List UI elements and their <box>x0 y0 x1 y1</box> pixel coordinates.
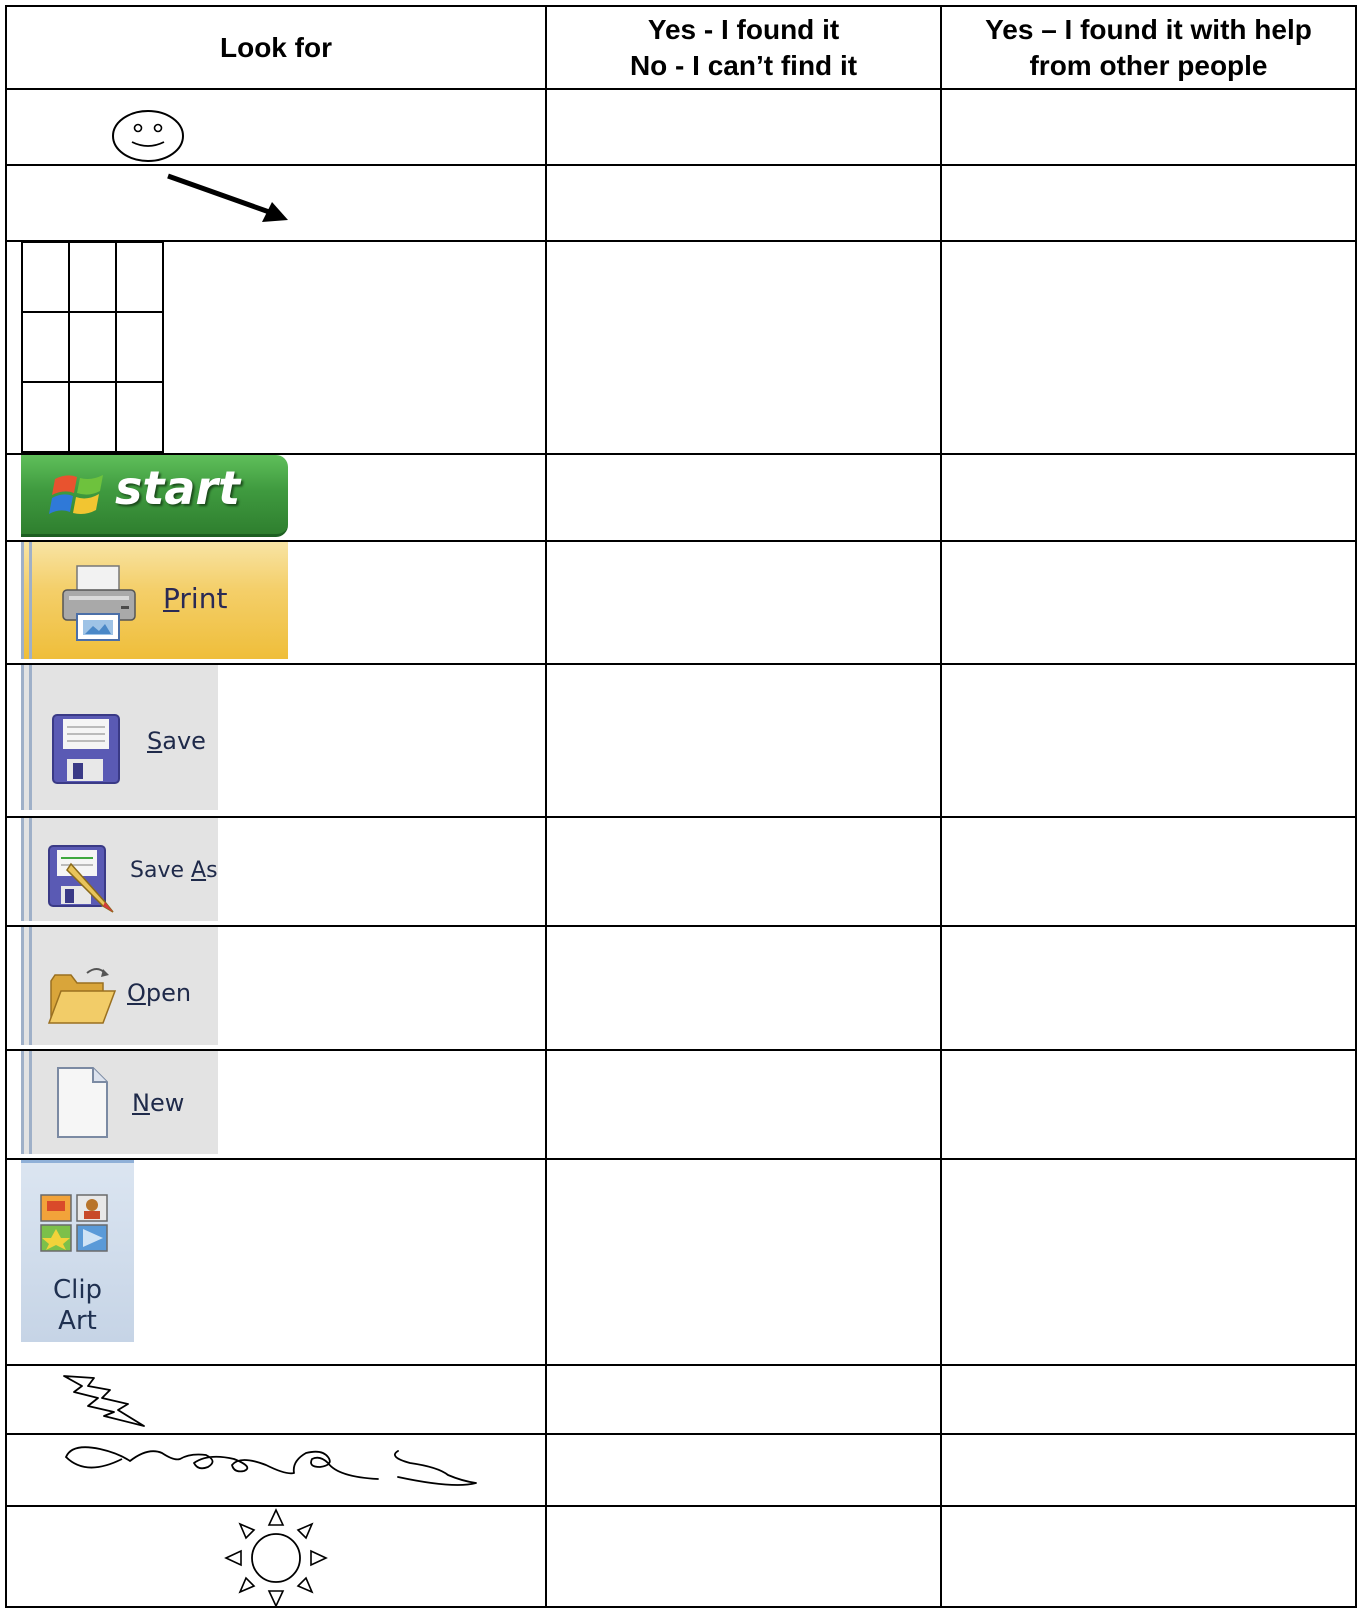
print-rest: rint <box>179 582 228 615</box>
windows-logo-icon <box>49 475 103 514</box>
row-divider <box>5 240 1357 242</box>
header-found-line1: Yes - I found it <box>647 13 840 45</box>
floppy-pencil-icon <box>48 845 114 913</box>
save-as-rest: s <box>206 858 218 883</box>
save-as-menu-item[interactable]: Save As <box>21 818 218 921</box>
row-divider <box>5 1505 1357 1507</box>
clip-art-label: Clip Art <box>21 1275 134 1337</box>
save-as-label: Save As <box>130 858 218 883</box>
header-found-it: Yes - I found it No - I can’t find it <box>547 7 940 88</box>
header-look-for-text: Look for <box>220 31 332 63</box>
toolbar-grip <box>21 1051 24 1154</box>
new-label: New <box>132 1089 184 1117</box>
save-as-prefix: Save <box>130 858 191 883</box>
save-as-hotkey: A <box>191 858 207 883</box>
toolbar-grip <box>21 542 24 659</box>
open-label: Open <box>127 979 191 1007</box>
start-label: start <box>115 461 241 515</box>
open-rest: pen <box>145 979 192 1007</box>
save-hotkey: S <box>147 727 163 755</box>
clip-art-line2: Art <box>58 1306 97 1336</box>
arrow-icon <box>167 173 288 222</box>
toolbar-grip <box>21 818 24 921</box>
smiley-face-icon <box>112 110 184 162</box>
save-label: Save <box>147 727 206 755</box>
new-menu-item[interactable]: New <box>21 1051 218 1154</box>
printer-icon <box>62 565 136 641</box>
column-divider <box>940 5 942 1608</box>
clip-art-button[interactable]: Clip Art <box>21 1160 134 1342</box>
table-border <box>5 5 7 1608</box>
toolbar-grip <box>21 927 24 1045</box>
save-menu-item[interactable]: Save <box>21 665 218 810</box>
folder-icon <box>47 968 117 1024</box>
print-menu-item[interactable]: Print <box>21 542 288 659</box>
table-border <box>1355 5 1357 1608</box>
start-button[interactable]: start <box>21 455 288 537</box>
toolbar-grip <box>29 665 32 810</box>
blank-page-icon <box>57 1067 108 1138</box>
save-rest: ave <box>162 727 206 755</box>
header-help-line1: Yes – I found it with help <box>985 13 1312 45</box>
row-divider <box>5 1364 1357 1366</box>
header-found-with-help: Yes – I found it with help from other pe… <box>942 7 1355 88</box>
clip-art-icon <box>40 1194 108 1252</box>
row-divider <box>5 1158 1357 1160</box>
row-divider <box>5 88 1357 90</box>
row-divider <box>5 1433 1357 1435</box>
header-look-for: Look for <box>7 7 545 88</box>
toolbar-grip <box>29 1051 32 1154</box>
toolbar-grip <box>29 927 32 1045</box>
row-divider <box>5 164 1357 166</box>
floppy-disk-icon <box>52 714 120 784</box>
table-grid-icon <box>21 241 164 453</box>
freeform-scribble-icon <box>65 1446 477 1486</box>
header-help-line2: from other people <box>1029 49 1268 81</box>
new-hotkey: N <box>132 1089 150 1117</box>
open-menu-item[interactable]: Open <box>21 927 218 1045</box>
toolbar-grip <box>21 665 24 810</box>
column-divider <box>545 5 547 1608</box>
print-label: Print <box>163 582 227 615</box>
new-rest: ew <box>149 1089 185 1117</box>
print-hotkey: P <box>163 582 180 615</box>
toolbar-grip <box>29 542 32 659</box>
lightning-bolt-icon <box>63 1375 145 1427</box>
sun-icon <box>224 1508 328 1608</box>
open-hotkey: O <box>127 979 146 1007</box>
header-found-line2: No - I can’t find it <box>629 49 858 81</box>
clip-art-line1: Clip <box>52 1275 103 1305</box>
toolbar-grip <box>29 818 32 921</box>
